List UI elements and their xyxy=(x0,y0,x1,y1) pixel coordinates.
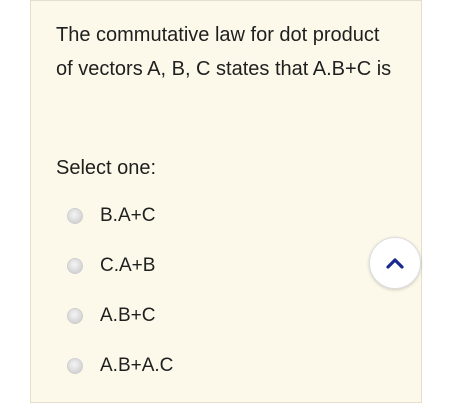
chevron-up-icon xyxy=(386,258,404,269)
answer-option-label: A.B+C xyxy=(100,305,156,326)
answer-option-4[interactable]: A.B+A.C xyxy=(67,341,173,391)
answer-option-1[interactable]: B.A+C xyxy=(67,191,173,241)
answer-option-label: B.A+C xyxy=(100,205,156,226)
page: The commutative law for dot product of v… xyxy=(0,0,449,403)
answer-option-label: C.A+B xyxy=(100,255,156,276)
scroll-to-top-button[interactable] xyxy=(369,237,421,289)
question-card: The commutative law for dot product of v… xyxy=(30,0,422,403)
answer-option-2[interactable]: C.A+B xyxy=(67,241,173,291)
radio-button[interactable] xyxy=(67,358,83,374)
answer-option-label: A.B+A.C xyxy=(100,355,174,376)
radio-button[interactable] xyxy=(67,208,83,224)
select-one-prompt: Select one: xyxy=(56,157,157,179)
question-text: The commutative law for dot product of v… xyxy=(56,24,392,80)
radio-button[interactable] xyxy=(67,258,83,274)
answer-option-3[interactable]: A.B+C xyxy=(67,291,173,341)
radio-button[interactable] xyxy=(67,308,83,324)
answer-options: B.A+C C.A+B A.B+C A.B+A.C xyxy=(67,191,173,391)
